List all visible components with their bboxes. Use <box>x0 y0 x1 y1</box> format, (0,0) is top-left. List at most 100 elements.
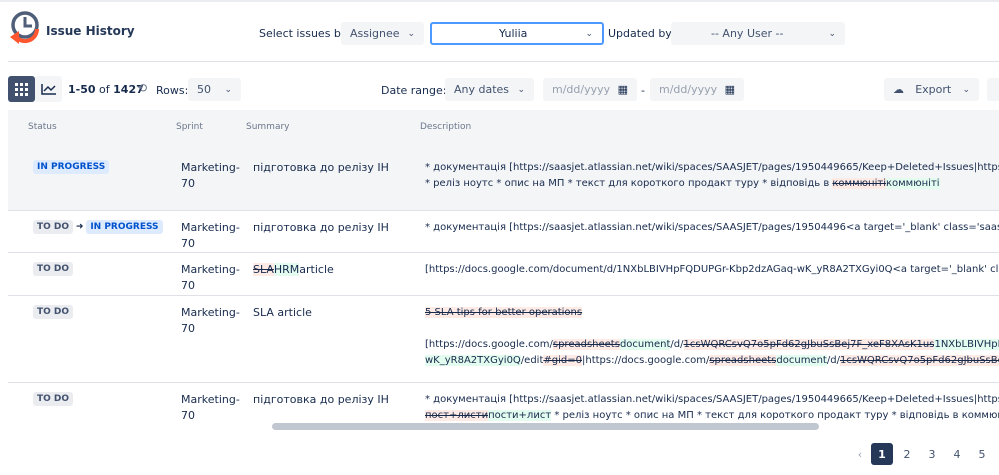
text-segment: * документація [https://saasjet.atlassia… <box>425 162 999 173</box>
horizontal-scrollbar[interactable] <box>272 423 819 430</box>
description-cell: [https://docs.google.com/document/d/1NXb… <box>425 262 999 278</box>
settings-button[interactable] <box>987 78 999 101</box>
status-cell: TO DO ➜ IN PROGRESS <box>33 219 163 234</box>
date-to-placeholder: m/dd/yyyy <box>659 83 718 96</box>
trend-chart-icon <box>40 84 56 95</box>
select-issues-label: Select issues by: <box>259 27 351 40</box>
status-cell: TO DO <box>33 304 74 319</box>
deleted-text: пост+листи <box>425 410 489 421</box>
summary-cell: підготовка до релізу ІН <box>253 160 389 176</box>
deleted-text: spreadsheets <box>709 355 777 366</box>
deleted-text: 5 SLA tips for better operations <box>425 307 583 318</box>
sprint-name: Marketing- <box>181 393 240 406</box>
description-line: 5 SLA tips for better operations <box>425 305 999 321</box>
chevron-down-icon: ⌄ <box>828 28 836 39</box>
refresh-icon[interactable]: ⟲ <box>137 81 147 95</box>
rows-label: Rows: <box>156 84 189 97</box>
text-segment: article <box>299 263 334 276</box>
description-cell: * документація [https://saasjet.atlassia… <box>425 392 999 424</box>
date-from-placeholder: m/dd/yyyy <box>552 83 611 96</box>
summary-cell: SLAHRMarticle <box>253 262 334 278</box>
sprint-number: 70 <box>181 177 195 190</box>
sprint-cell: Marketing- 70 <box>181 220 243 252</box>
select-by-dropdown[interactable]: Assignee ⌄ <box>341 22 424 45</box>
sprint-number: 70 <box>181 409 195 422</box>
text-segment: [https://docs.google.com/document/d/1NXb… <box>425 264 999 275</box>
sprint-cell: Marketing- 70 <box>181 160 243 192</box>
text-segment: підготовка до релізу ІН <box>253 221 389 234</box>
range-start: 1-50 <box>68 83 96 96</box>
sprint-cell: Marketing- 70 <box>181 392 243 424</box>
status-from-lozenge: TO DO <box>33 220 74 234</box>
updated-by-dropdown[interactable]: -- Any User -- ⌄ <box>671 22 845 45</box>
column-header-status[interactable]: Status <box>28 122 57 132</box>
text-segment: SLA article <box>253 306 312 319</box>
date-to-input[interactable]: m/dd/yyyy ▦ <box>650 78 744 101</box>
text-segment: /d/ <box>826 355 840 366</box>
description-line: * реліз ноутс * опис на МП * текст для к… <box>425 176 999 192</box>
user-dropdown[interactable]: Yuliia ⌄ <box>430 22 604 45</box>
sprint-name: Marketing- <box>181 161 240 174</box>
date-range-dropdown[interactable]: Any dates ⌄ <box>445 78 534 101</box>
status-lozenge: IN PROGRESS <box>33 160 110 174</box>
page-4-button[interactable]: 4 <box>946 443 968 465</box>
rows-dropdown[interactable]: 50 ⌄ <box>188 78 241 101</box>
deleted-text: 1csWQRCsvQ7o5pFd62gJbuSsBej7F <box>839 355 999 366</box>
export-button[interactable]: ☁ Export ⌄ <box>884 78 979 101</box>
description-line: [https://docs.google.com/document/d/1NXb… <box>425 262 999 278</box>
description-line: * документація [https://saasjet.atlassia… <box>425 160 999 176</box>
sprint-cell: Marketing- 70 <box>181 262 243 294</box>
status-lozenge: IN PROGRESS <box>86 220 163 234</box>
chevron-down-icon: ⌄ <box>517 84 525 95</box>
text-segment: [https://docs.google.com/ <box>425 339 553 350</box>
text-segment: /edit <box>520 355 544 366</box>
arrow-right-icon: ➜ <box>73 222 87 232</box>
inserted-text: document <box>619 339 671 350</box>
column-header-description[interactable]: Description <box>420 122 471 132</box>
chevron-down-icon: ⌄ <box>962 84 970 95</box>
text-segment: * реліз ноутс * опис на МП * текст для к… <box>425 178 833 189</box>
description-line: * документація [https://saasjet.atlassia… <box>425 220 999 236</box>
description-line: wK_yR8A2TXGyi0Q/edit#gid=0|https://docs.… <box>425 353 999 369</box>
issue-history-logo-icon <box>10 11 40 44</box>
description-cell: * документація [https://saasjet.atlassia… <box>425 160 999 192</box>
column-header-sprint[interactable]: Sprint <box>176 122 203 132</box>
date-from-input[interactable]: m/dd/yyyy ▦ <box>543 78 637 101</box>
text-segment: /d/ <box>670 339 684 350</box>
updated-by-label: Updated by: <box>608 27 675 40</box>
description-line: * документація [https://saasjet.atlassia… <box>425 392 999 408</box>
calendar-icon[interactable]: ▦ <box>618 83 628 96</box>
status-cell: IN PROGRESS <box>33 159 110 174</box>
chart-view-button[interactable] <box>35 76 62 102</box>
sprint-number: 70 <box>181 279 195 292</box>
text-segment: підготовка до релізу ІН <box>253 393 389 406</box>
column-header-summary[interactable]: Summary <box>246 122 290 132</box>
page-3-button[interactable]: 3 <box>921 443 943 465</box>
calendar-icon[interactable]: ▦ <box>725 83 735 96</box>
text-segment: |https://docs.google.com/ <box>581 355 710 366</box>
header-divider <box>8 61 999 62</box>
of-label: of <box>99 83 110 96</box>
user-value: Yuliia <box>499 27 528 40</box>
date-separator: - <box>641 84 645 97</box>
deleted-text: #gid=0 <box>543 355 582 366</box>
summary-cell: SLA article <box>253 305 312 321</box>
page-2-button[interactable]: 2 <box>896 443 918 465</box>
description-line: пост+листипости+лист * реліз ноутс * опи… <box>425 408 999 424</box>
prev-page-button[interactable]: ‹ <box>849 443 871 465</box>
select-by-value: Assignee <box>350 27 400 40</box>
page-5-button[interactable]: 5 <box>971 443 993 465</box>
description-cell: * документація [https://saasjet.atlassia… <box>425 220 999 236</box>
summary-cell: підготовка до релізу ІН <box>253 392 389 408</box>
text-segment: * документація [https://saasjet.atlassia… <box>425 222 999 233</box>
sprint-name: Marketing- <box>181 221 240 234</box>
inserted-text: document <box>776 355 827 366</box>
grid-view-button[interactable] <box>8 76 35 102</box>
app-title: Issue History <box>46 24 135 38</box>
inserted-text: коммюніті <box>885 178 940 189</box>
inserted-text: 1NXbLBIVHpFQDUPGr-Kbp2dzAGaq- <box>934 339 999 350</box>
page-1-button[interactable]: 1 <box>871 443 893 465</box>
rows-value: 50 <box>197 83 211 96</box>
status-cell: TO DO <box>33 391 74 406</box>
text-segment: підготовка до релізу ІН <box>253 161 389 174</box>
